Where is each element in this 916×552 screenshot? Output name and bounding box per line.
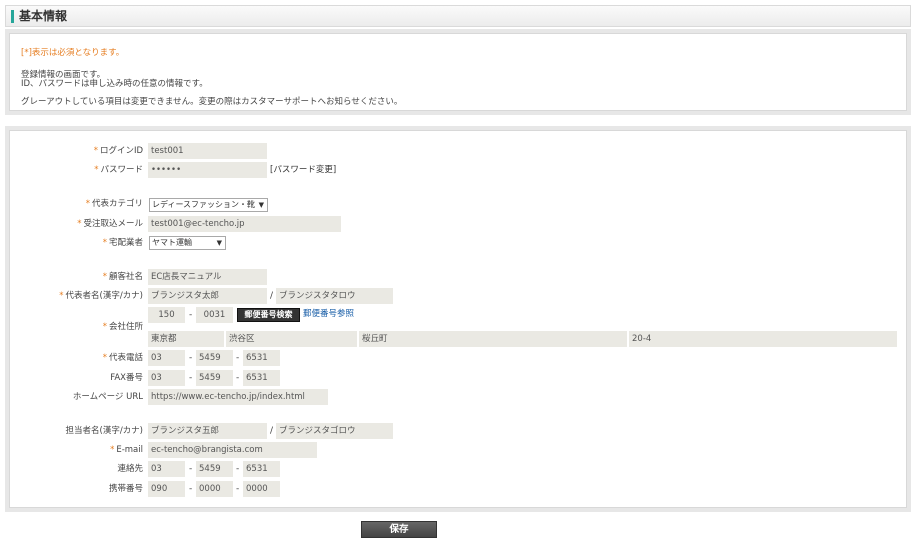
company-name-field: EC店長マニュアル	[148, 269, 267, 285]
section-header: 基本情報	[5, 5, 911, 27]
chevron-down-icon: ▼	[258, 201, 264, 209]
dash: -	[236, 464, 240, 474]
zip-field-2[interactable]: 0031	[196, 307, 233, 323]
rep-phone-1: 03	[148, 350, 185, 366]
order-email-label: * 受注取込メール	[77, 219, 143, 229]
carrier-label: * 宅配業者	[102, 238, 143, 248]
zip-field-1[interactable]: 150	[148, 307, 185, 323]
category-label: * 代表カテゴリ	[85, 199, 143, 209]
fax-3: 6531	[243, 370, 280, 386]
city-field: 渋谷区	[226, 331, 357, 347]
rep-name-slash: /	[270, 291, 274, 301]
zip-reference-link[interactable]: 郵便番号参照	[303, 306, 354, 322]
rep-phone-label: * 代表電話	[102, 353, 143, 363]
homepage-field: https://www.ec-tencho.jp/index.html	[148, 389, 328, 405]
zip-dash: -	[189, 310, 193, 320]
save-button[interactable]: 保存	[361, 521, 437, 538]
rep-name-label: * 代表者名(漢字/カナ)	[59, 291, 143, 301]
prefecture-field: 東京都	[148, 331, 224, 347]
dash: -	[189, 373, 193, 383]
dash: -	[236, 373, 240, 383]
rep-name-kana-field: ブランジスタタロウ	[276, 288, 393, 304]
address-label: * 会社住所	[102, 322, 143, 332]
category-select[interactable]: レディースファッション・靴 ▼	[149, 198, 268, 212]
header-accent-bar	[11, 10, 14, 23]
form-body	[9, 130, 907, 508]
mobile-1: 090	[148, 481, 185, 497]
required-note: [*]表示は必須となります。	[21, 48, 125, 58]
mobile-3: 0000	[243, 481, 280, 497]
contact-name-slash: /	[270, 426, 274, 436]
info-line-2: ID、パスワードは申し込み時の任意の情報です。	[21, 79, 208, 89]
fax-label: FAX番号	[110, 373, 143, 383]
street-field: 20-4	[629, 331, 897, 347]
password-change-link[interactable]: [パスワード変更]	[270, 162, 336, 178]
rep-name-kanji-field: ブランジスタ太郎	[148, 288, 267, 304]
dash: -	[189, 484, 193, 494]
info-line-3: グレーアウトしている項目は変更できません。変更の際はカスタマーサポートへお知らせ…	[21, 97, 403, 107]
mobile-label: 携帯番号	[108, 484, 143, 494]
fax-2: 5459	[196, 370, 233, 386]
dash: -	[236, 484, 240, 494]
homepage-label: ホームページ URL	[72, 392, 143, 402]
chevron-down-icon: ▼	[216, 239, 222, 247]
fax-1: 03	[148, 370, 185, 386]
dash: -	[189, 353, 193, 363]
carrier-select[interactable]: ヤマト運輸 ▼	[149, 236, 226, 250]
dash: -	[189, 464, 193, 474]
town-field: 桜丘町	[359, 331, 627, 347]
email-label: * E-mail	[110, 445, 143, 455]
page-title: 基本情報	[19, 9, 68, 23]
login-id-label: * ログインID	[93, 146, 143, 156]
login-id-field: test001	[148, 143, 267, 159]
order-email-field: test001@ec-tencho.jp	[148, 216, 341, 232]
contact-phone-3: 6531	[243, 461, 280, 477]
password-field: ••••••	[148, 162, 267, 178]
contact-name-label: 担当者名(漢字/カナ)	[65, 426, 144, 436]
rep-phone-3: 6531	[243, 350, 280, 366]
company-name-label: * 顧客社名	[102, 272, 143, 282]
rep-phone-2: 5459	[196, 350, 233, 366]
info-panel: [*]表示は必須となります。 登録情報の画面です。 ID、パスワードは申し込み時…	[5, 29, 911, 115]
contact-name-kanji-field: ブランジスタ五郎	[148, 423, 267, 439]
password-label: * パスワード	[94, 165, 143, 175]
contact-name-kana-field: ブランジスタゴロウ	[276, 423, 393, 439]
contact-phone-1: 03	[148, 461, 185, 477]
mobile-2: 0000	[196, 481, 233, 497]
dash: -	[236, 353, 240, 363]
email-field: ec-tencho@brangista.com	[148, 442, 317, 458]
zip-search-button[interactable]: 郵便番号検索	[237, 308, 300, 322]
contact-phone-2: 5459	[196, 461, 233, 477]
contact-phone-label: 連絡先	[117, 464, 143, 474]
